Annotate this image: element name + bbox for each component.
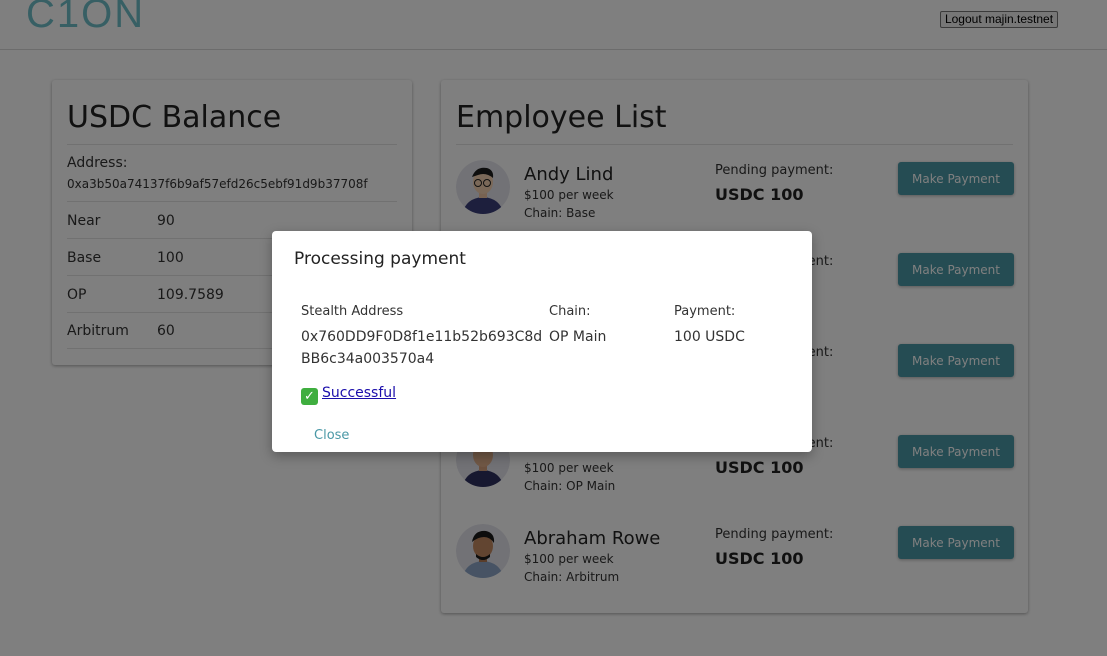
payment-value: 100 USDC [674,329,745,345]
chain-label: Chain: [549,304,591,319]
stealth-address-label: Stealth Address [301,304,404,319]
dialog-title: Processing payment [294,249,466,269]
stealth-address-line: 0x760DD9F0D8f1e11b52b693C8d [301,329,543,345]
chain-value: OP Main [549,329,607,345]
success-status: ✓ Successful [301,385,396,405]
processing-payment-dialog: Processing payment Stealth Address 0x760… [272,231,812,452]
stealth-address-line: BB6c34a003570a4 [301,351,435,367]
successful-link[interactable]: Successful [322,385,396,401]
payment-label: Payment: [674,304,736,319]
check-icon: ✓ [301,388,318,405]
close-button[interactable]: Close [302,424,361,447]
stealth-address-value: 0x760DD9F0D8f1e11b52b693C8d BB6c34a00357… [301,326,542,370]
